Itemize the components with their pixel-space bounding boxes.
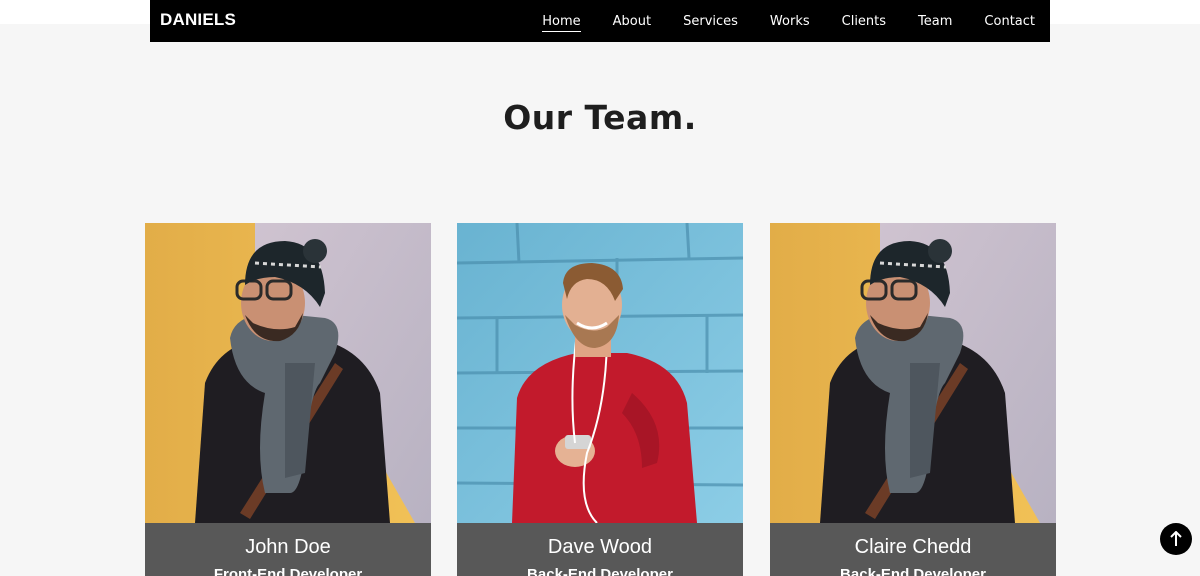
team-card: Dave Wood Back-End Developer: [457, 223, 743, 576]
nav-clients[interactable]: Clients: [842, 15, 886, 28]
section-title: Our Team.: [503, 98, 697, 137]
nav-works[interactable]: Works: [770, 15, 810, 28]
member-role: Back-End Developer: [840, 566, 986, 576]
nav-contact[interactable]: Contact: [984, 15, 1035, 28]
brand-logo[interactable]: DANIELS: [160, 10, 236, 30]
team-card: John Doe Front-End Developer: [145, 223, 431, 576]
member-caption: John Doe Front-End Developer: [145, 523, 431, 576]
member-role: Front-End Developer: [213, 566, 363, 576]
navbar: DANIELS Home About Services Works Client…: [150, 0, 1050, 42]
arrow-up-icon: [1170, 531, 1182, 546]
member-photo: [457, 223, 743, 523]
member-caption: Dave Wood Back-End Developer: [457, 523, 743, 576]
member-photo: [770, 223, 1056, 523]
nav-services[interactable]: Services: [683, 15, 738, 28]
scroll-to-top-button[interactable]: [1160, 523, 1192, 555]
member-photo: [145, 223, 431, 523]
team-card: Claire Chedd Back-End Developer: [770, 223, 1056, 576]
member-name: Claire Chedd: [854, 536, 972, 558]
member-caption: Claire Chedd Back-End Developer: [770, 523, 1056, 576]
nav-about[interactable]: About: [613, 15, 651, 28]
member-name: Dave Wood: [547, 536, 653, 558]
nav-home[interactable]: Home: [542, 15, 582, 32]
nav-links: Home About Services Works Clients Team C…: [510, 0, 1035, 42]
member-role: Back-End Developer: [527, 566, 673, 576]
nav-team[interactable]: Team: [918, 15, 952, 28]
member-name: John Doe: [245, 536, 331, 558]
